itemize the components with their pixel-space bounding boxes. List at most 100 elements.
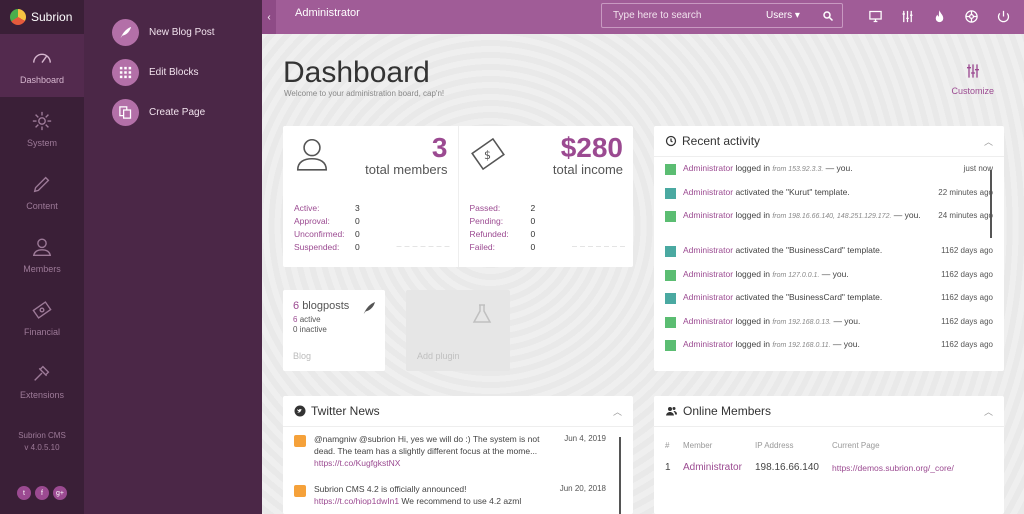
table-row: Pending: 0: [469, 215, 536, 226]
gear-icon: [32, 111, 52, 130]
table-row: Approval: 0: [294, 215, 360, 226]
rail-label: Members: [23, 263, 61, 274]
spark-mark: —: [396, 244, 402, 250]
panel-title: Online Members: [683, 404, 772, 418]
monitor-icon[interactable]: [868, 9, 883, 24]
rail-item-members[interactable]: Members: [0, 223, 84, 286]
search-scope-select[interactable]: Users ▾: [766, 10, 814, 21]
collapse-sidebar-button[interactable]: ‹: [262, 0, 276, 34]
main-content: Dashboard Welcome to your administration…: [262, 34, 1024, 514]
current-page-link[interactable]: https://demos.subrion.org/_core/: [832, 463, 954, 473]
table-row: Refunded: 0: [469, 228, 536, 239]
brand-name: Subrion: [31, 10, 73, 24]
activity-user-link[interactable]: Administrator: [683, 163, 733, 173]
eye-icon: [665, 293, 676, 304]
add-plugin-card[interactable]: Add plugin: [406, 290, 510, 371]
tweet-link[interactable]: https://t.co/KugfgkstNX: [314, 458, 400, 468]
scrollbar[interactable]: [619, 437, 621, 514]
quill-icon: [363, 302, 375, 314]
spark-mark: —: [596, 244, 601, 250]
table-row: 1 Administrator 198.16.66.140 https://de…: [665, 462, 954, 473]
list-item: Administrator logged in from 198.16.66.1…: [654, 210, 1004, 245]
fire-icon[interactable]: [932, 9, 947, 24]
search-input[interactable]: Type here to search: [602, 10, 766, 21]
toolbar-icons: [868, 9, 1011, 24]
login-icon: [665, 211, 676, 222]
quick-edit-blocks[interactable]: Edit Blocks: [112, 59, 198, 86]
login-icon: [665, 164, 676, 175]
grid-icon: [119, 66, 132, 79]
spark-mark: —: [412, 244, 418, 250]
search-box: Type here to search Users ▾: [601, 3, 843, 28]
chevron-up-icon[interactable]: ︿: [984, 405, 993, 418]
rail-item-financial[interactable]: Financial: [0, 286, 84, 349]
activity-user-link[interactable]: Administrator: [683, 269, 733, 279]
income-count: $280: [560, 132, 623, 163]
sliders-icon[interactable]: [900, 9, 915, 24]
brand-logo[interactable]: Subrion: [0, 0, 84, 34]
online-members-panel: Online Members ︿ # Member IP Address Cur…: [654, 396, 1004, 514]
rail-item-system[interactable]: System: [0, 97, 84, 160]
rail-item-dashboard[interactable]: Dashboard: [0, 34, 84, 97]
search-button[interactable]: [814, 10, 842, 22]
table-row: Suspended: 0: [294, 241, 360, 252]
spark-mark: —: [612, 244, 617, 250]
money-outline-icon: $: [470, 137, 505, 171]
list-item: Administrator logged in from 127.0.0.1. …: [654, 269, 1004, 293]
svg-text:$: $: [484, 149, 491, 162]
members-stat: 3 total members Active: 3 Approval: 0 Unco…: [283, 126, 458, 267]
income-stat: $ $280 total income Passed: 2 Pending: 0 R…: [457, 126, 634, 267]
spark-mark: —: [580, 244, 585, 250]
twitter-icon[interactable]: t: [17, 486, 31, 500]
members-sparkline: — — — — — — —: [397, 244, 450, 250]
user-title[interactable]: Administrator: [295, 7, 360, 19]
activity-user-link[interactable]: Administrator: [683, 339, 733, 349]
chevron-up-icon[interactable]: ︿: [984, 135, 993, 148]
top-bar: ‹ Administrator Type here to search User…: [262, 0, 1024, 34]
activity-user-link[interactable]: Administrator: [683, 292, 733, 302]
members-label: total members: [365, 162, 448, 177]
customize-button[interactable]: Customize: [951, 62, 994, 96]
list-item: Administrator logged in from 153.92.3.3.…: [654, 163, 1004, 187]
spark-mark: —: [428, 244, 434, 250]
member-link[interactable]: Administrator: [683, 462, 742, 473]
stats-card: 3 total members Active: 3 Approval: 0 Unco…: [283, 126, 633, 267]
spark-mark: —: [588, 244, 593, 250]
activity-user-link[interactable]: Administrator: [683, 245, 733, 255]
spark-mark: —: [620, 244, 625, 250]
scrollbar[interactable]: [990, 170, 992, 238]
table-row: Unconfirmed: 0: [294, 228, 360, 239]
spark-mark: —: [444, 244, 450, 250]
user-icon: [32, 238, 52, 256]
quick-create-page[interactable]: Create Page: [112, 99, 205, 126]
list-item: Administrator activated the "Kurut" temp…: [654, 187, 1004, 211]
activity-user-link[interactable]: Administrator: [683, 210, 733, 220]
power-icon[interactable]: [996, 9, 1011, 24]
main-rail: Subrion Dashboard System Content Members…: [0, 0, 84, 514]
facebook-icon[interactable]: f: [35, 486, 49, 500]
support-icon[interactable]: [964, 9, 979, 24]
tweet-link[interactable]: https://t.co/hiop1dwIn1: [314, 496, 399, 505]
list-item: Administrator activated the "BusinessCar…: [654, 245, 1004, 269]
spark-mark: —: [572, 244, 577, 250]
quick-new-blog-post[interactable]: New Blog Post: [112, 19, 215, 46]
list-item: Administrator logged in from 192.168.0.1…: [654, 339, 1004, 363]
spark-mark: —: [436, 244, 442, 250]
activity-user-link[interactable]: Administrator: [683, 316, 733, 326]
money-icon: [32, 300, 52, 319]
activity-user-link[interactable]: Administrator: [683, 187, 733, 197]
rail-label: System: [26, 137, 57, 148]
version-info: Subrion CMS v 4.0.5.10: [18, 431, 66, 452]
members-count: 3: [431, 132, 448, 163]
google-plus-icon[interactable]: g+: [53, 486, 67, 500]
blog-card[interactable]: 6 blogposts 6 active 0 inactive Blog: [283, 290, 385, 371]
user-outline-icon: [296, 138, 328, 171]
list-item: Administrator logged in from 192.168.0.1…: [654, 316, 1004, 340]
spark-mark: —: [404, 244, 410, 250]
online-members-table: # Member IP Address Current Page 1 Admin…: [665, 435, 975, 479]
rail-item-content[interactable]: Content: [0, 160, 84, 223]
gauge-icon: [33, 53, 51, 63]
chevron-up-icon[interactable]: ︿: [613, 405, 622, 418]
quick-panel: New Blog Post Edit Blocks Create Page: [84, 0, 262, 514]
rail-item-extensions[interactable]: Extensions: [0, 349, 84, 412]
